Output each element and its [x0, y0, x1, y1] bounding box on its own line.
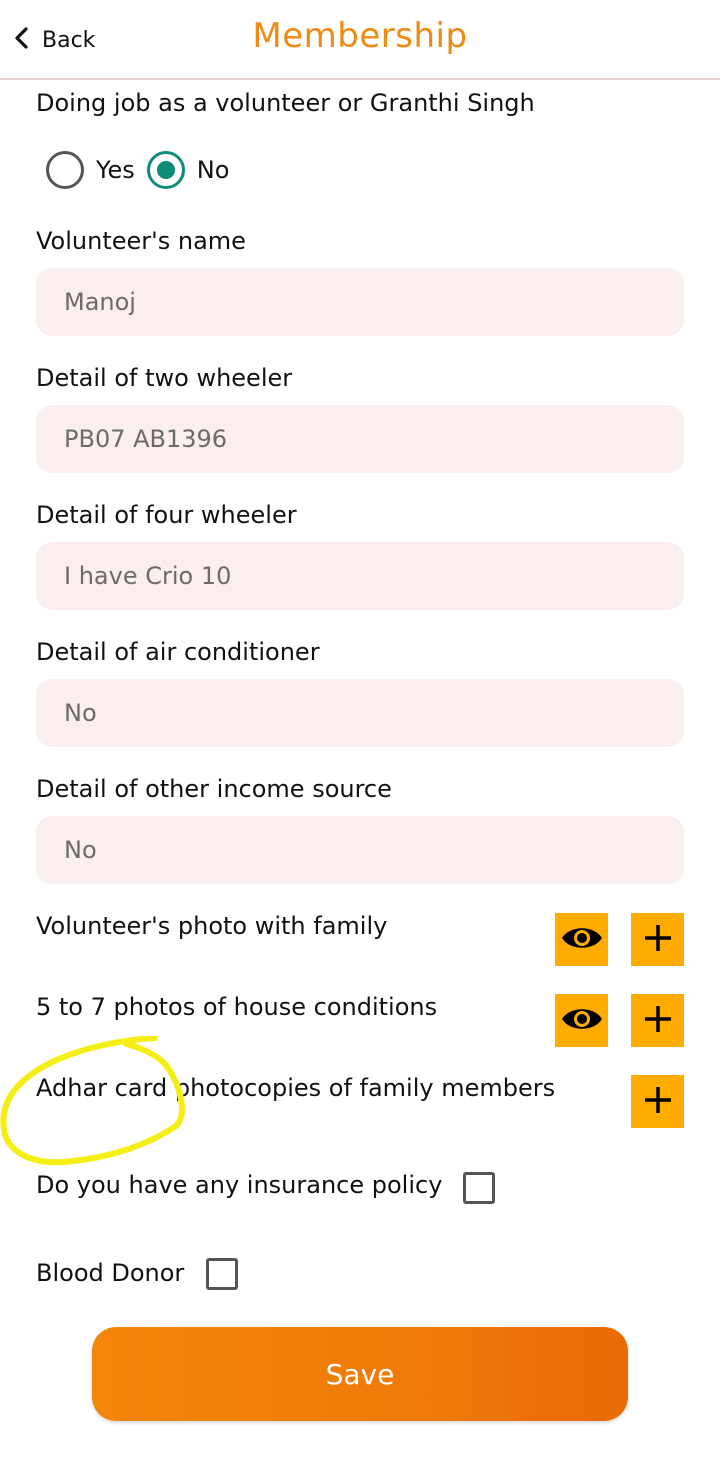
insurance-checkbox[interactable] [463, 1172, 495, 1204]
volunteer-job-radio-group: Yes No [46, 150, 241, 190]
air-conditioner-field[interactable]: No [36, 679, 684, 747]
two-wheeler-label: Detail of two wheeler [36, 364, 293, 392]
app-header: Back Membership [0, 0, 720, 80]
radio-no[interactable] [146, 151, 185, 189]
page-title: Membership [252, 16, 468, 56]
eye-icon [560, 923, 604, 957]
plus-icon [643, 1004, 673, 1038]
blood-donor-label: Blood Donor [36, 1259, 185, 1287]
volunteer-job-label: Doing job as a volunteer or Granthi Sing… [36, 89, 535, 117]
other-income-field[interactable]: No [36, 816, 684, 884]
radio-no-label: No [196, 156, 230, 184]
plus-icon [643, 923, 673, 957]
eye-icon [560, 1004, 604, 1038]
radio-yes-label: Yes [96, 156, 135, 184]
radio-yes[interactable] [46, 151, 84, 189]
blood-donor-checkbox[interactable] [206, 1258, 238, 1290]
add-house-photos-button[interactable] [631, 994, 684, 1047]
volunteer-name-label: Volunteer's name [36, 227, 246, 255]
radio-option-no[interactable]: No [146, 151, 230, 189]
volunteer-name-field[interactable]: Manoj [36, 268, 684, 336]
two-wheeler-field[interactable]: PB07 AB1396 [36, 405, 684, 473]
save-button[interactable]: Save [92, 1327, 628, 1421]
radio-option-yes[interactable]: Yes [46, 151, 135, 189]
house-photos-label: 5 to 7 photos of house conditions [36, 993, 438, 1021]
view-photo-family-button[interactable] [555, 913, 608, 966]
air-conditioner-label: Detail of air conditioner [36, 638, 320, 666]
view-house-photos-button[interactable] [555, 994, 608, 1047]
plus-icon [643, 1085, 673, 1119]
four-wheeler-label: Detail of four wheeler [36, 501, 297, 529]
four-wheeler-field[interactable]: I have Crio 10 [36, 542, 684, 610]
add-photo-family-button[interactable] [631, 913, 684, 966]
photo-family-label: Volunteer's photo with family [36, 912, 388, 940]
add-adhar-button[interactable] [631, 1075, 684, 1128]
insurance-label: Do you have any insurance policy [36, 1171, 443, 1199]
annotation-scribble [0, 1036, 185, 1166]
other-income-label: Detail of other income source [36, 775, 392, 803]
